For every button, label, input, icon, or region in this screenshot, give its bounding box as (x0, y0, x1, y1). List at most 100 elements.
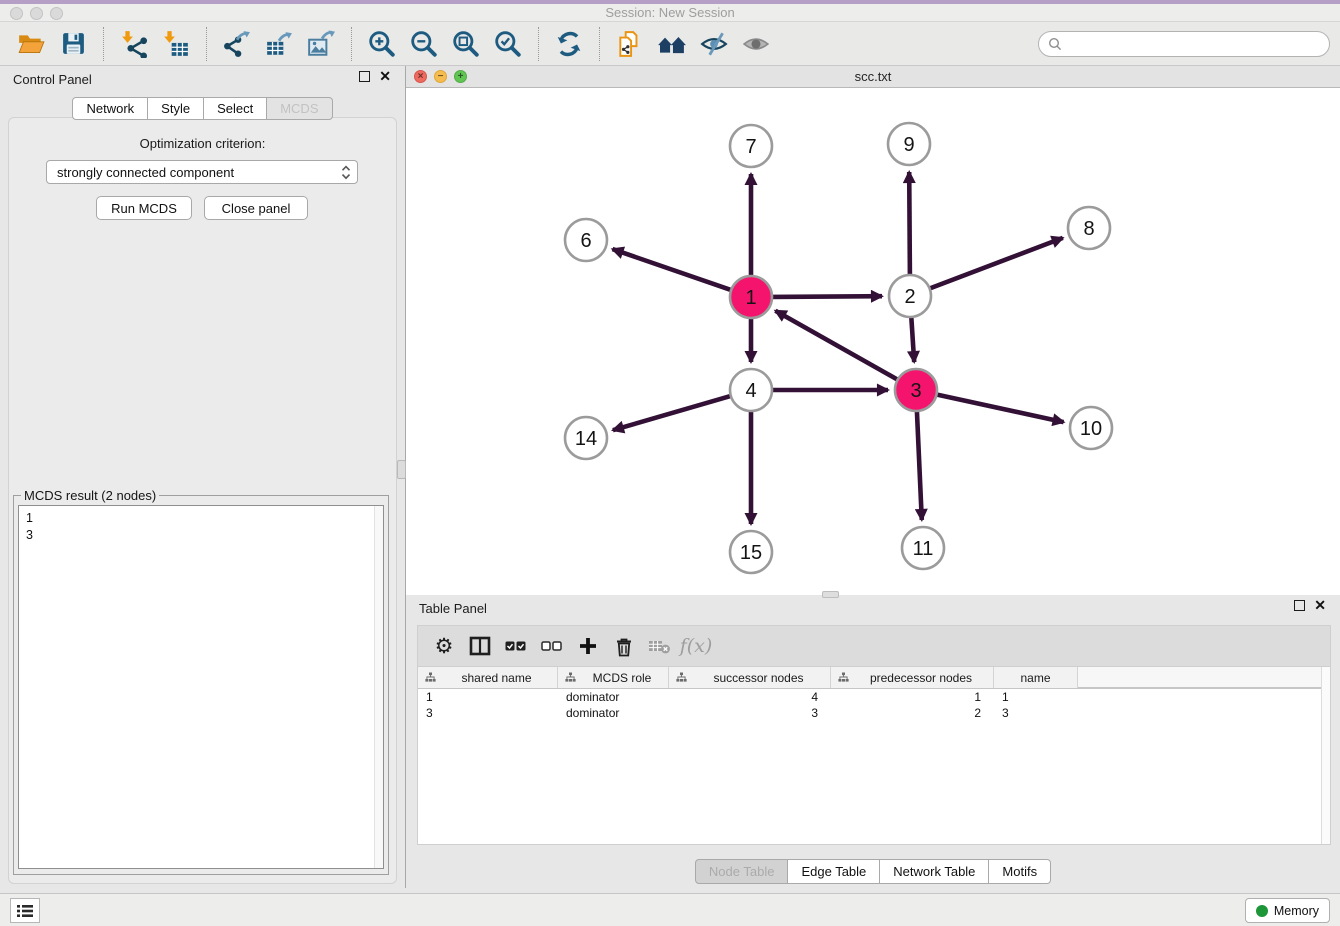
column-header-predecessor-nodes[interactable]: predecessor nodes (831, 667, 994, 688)
tab-style[interactable]: Style (148, 97, 204, 120)
graph-edge-2-3[interactable] (911, 317, 914, 362)
attribute-tree-icon (565, 672, 576, 683)
graph-edge-2-9[interactable] (909, 172, 910, 275)
show-all-button[interactable] (740, 28, 772, 60)
refresh-icon (555, 30, 583, 58)
dropdown-stepper-icon (341, 165, 351, 180)
graph-node-11[interactable]: 11 (902, 527, 944, 569)
table-cell[interactable]: 3 (994, 706, 1078, 720)
criterion-value: strongly connected component (57, 165, 341, 180)
hide-selected-button[interactable] (698, 28, 730, 60)
add-column-button[interactable] (570, 631, 606, 661)
import-table-button[interactable] (160, 28, 192, 60)
graph-edge-3-10[interactable] (937, 395, 1064, 423)
graph-edge-2-8[interactable] (930, 238, 1063, 289)
column-header-shared-name[interactable]: shared name (418, 667, 558, 688)
table-scrollbar[interactable] (1321, 667, 1330, 844)
memory-button[interactable]: Memory (1245, 898, 1330, 923)
run-mcds-button[interactable]: Run MCDS (96, 196, 192, 220)
graph-edge-3-11[interactable] (917, 411, 922, 520)
graph-edge-1-2[interactable] (772, 296, 882, 297)
criterion-dropdown[interactable]: strongly connected component (46, 160, 358, 184)
column-header-successor-nodes[interactable]: successor nodes (669, 667, 831, 688)
table-cell[interactable]: 3 (669, 706, 831, 720)
table-cell[interactable]: 2 (831, 706, 994, 720)
table-settings-button[interactable]: ⚙ (426, 631, 462, 661)
table-row[interactable]: 1dominator411 (418, 689, 1330, 705)
tab-select[interactable]: Select (204, 97, 267, 120)
graph-node-15[interactable]: 15 (730, 531, 772, 573)
export-image-button[interactable] (305, 28, 337, 60)
delete-table-button[interactable] (642, 631, 678, 661)
new-network-from-selection-button[interactable] (614, 28, 646, 60)
split-view-button[interactable] (462, 631, 498, 661)
column-header-name[interactable]: name (994, 667, 1078, 688)
table-panel-header: Table Panel ✕ (406, 595, 1340, 621)
table-cell[interactable]: 3 (418, 706, 558, 720)
graph-node-3[interactable]: 3 (895, 369, 937, 411)
search-icon (1048, 37, 1062, 51)
network-canvas[interactable]: 7 9 6 8 1 2 4 3 14 10 15 11 (406, 88, 1340, 595)
task-history-button[interactable] (10, 898, 40, 923)
deselect-all-columns-button[interactable] (534, 631, 570, 661)
zoom-in-icon (368, 30, 396, 58)
graph-edge-3-1[interactable] (775, 311, 897, 380)
list-icon (16, 903, 34, 919)
tab-network[interactable]: Network (72, 97, 148, 120)
export-table-button[interactable] (263, 28, 295, 60)
zoom-fit-button[interactable] (450, 28, 482, 60)
open-session-button[interactable] (15, 28, 47, 60)
table-cell[interactable]: dominator (558, 706, 669, 720)
table-cell[interactable]: 1 (831, 690, 994, 704)
graph-node-2[interactable]: 2 (889, 275, 931, 317)
graph-node-1[interactable]: 1 (730, 276, 772, 318)
svg-text:3: 3 (910, 380, 921, 402)
float-panel-icon[interactable] (359, 71, 370, 82)
save-session-button[interactable] (57, 28, 89, 60)
zoom-selected-button[interactable] (492, 28, 524, 60)
close-table-panel-icon[interactable]: ✕ (1314, 600, 1326, 611)
close-panel-button[interactable]: Close panel (204, 196, 308, 220)
graph-node-10[interactable]: 10 (1070, 407, 1112, 449)
table-tab-motifs[interactable]: Motifs (989, 859, 1051, 884)
zoom-out-button[interactable] (408, 28, 440, 60)
graph-edge-1-6[interactable] (613, 249, 732, 290)
graph-node-14[interactable]: 14 (565, 417, 607, 459)
search-input[interactable] (1067, 37, 1320, 52)
graph-node-8[interactable]: 8 (1068, 207, 1110, 249)
table-cell[interactable]: 1 (418, 690, 558, 704)
first-neighbors-button[interactable] (656, 28, 688, 60)
table-row[interactable]: 3dominator323 (418, 705, 1330, 721)
graph-node-4[interactable]: 4 (730, 369, 772, 411)
table-cell[interactable]: 4 (669, 690, 831, 704)
result-scrollbar[interactable] (374, 506, 383, 868)
table-tab-network-table[interactable]: Network Table (880, 859, 989, 884)
table-cell[interactable]: 1 (994, 690, 1078, 704)
select-all-columns-button[interactable] (498, 631, 534, 661)
refresh-button[interactable] (553, 28, 585, 60)
close-panel-icon[interactable]: ✕ (379, 71, 391, 82)
export-network-button[interactable] (221, 28, 253, 60)
function-builder-button[interactable]: f(x) (678, 631, 714, 661)
graph-edge-4-14[interactable] (613, 396, 731, 430)
column-header-mcds-role[interactable]: MCDS role (558, 667, 669, 688)
graph-node-6[interactable]: 6 (565, 219, 607, 261)
split-view-icon (469, 636, 491, 656)
table-tab-edge-table[interactable]: Edge Table (788, 859, 880, 884)
horizontal-splitter-handle[interactable] (822, 591, 839, 598)
delete-table-icon (648, 637, 672, 655)
vertical-splitter-handle[interactable] (397, 460, 406, 479)
svg-text:10: 10 (1080, 418, 1102, 440)
import-network-button[interactable] (118, 28, 150, 60)
attribute-tree-icon (676, 672, 687, 683)
float-table-panel-icon[interactable] (1294, 600, 1305, 611)
graph-node-7[interactable]: 7 (730, 125, 772, 167)
open-folder-icon (17, 30, 45, 58)
zoom-in-button[interactable] (366, 28, 398, 60)
delete-column-button[interactable] (606, 631, 642, 661)
tab-mcds[interactable]: MCDS (267, 97, 332, 120)
table-tab-node-table[interactable]: Node Table (695, 859, 789, 884)
graph-node-9[interactable]: 9 (888, 123, 930, 165)
table-cell[interactable]: dominator (558, 690, 669, 704)
mcds-result-list[interactable]: 13 (18, 505, 384, 869)
